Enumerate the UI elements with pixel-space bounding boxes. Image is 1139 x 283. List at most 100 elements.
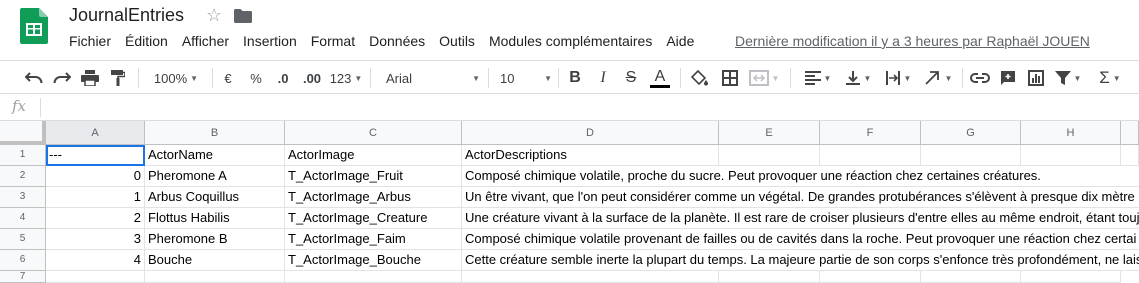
cell-c7[interactable]	[285, 271, 462, 283]
more-formats-select[interactable]: 123 ▼	[329, 65, 363, 91]
cell-d4[interactable]: Une créature vivant à la surface de la p…	[462, 208, 1139, 229]
chevron-down-icon: ▼	[354, 73, 363, 83]
row-header[interactable]: 4	[0, 208, 46, 229]
filter-icon[interactable]: ▼	[1052, 65, 1084, 91]
row-header[interactable]: 7	[0, 271, 46, 283]
row-header[interactable]: 1	[0, 145, 46, 166]
folder-icon[interactable]	[234, 9, 252, 23]
cell-a7[interactable]	[46, 271, 145, 283]
cell-e1[interactable]	[719, 145, 820, 166]
cell-d5[interactable]: Composé chimique volatile provenant de f…	[462, 229, 1139, 250]
column-header-b[interactable]: B	[145, 121, 285, 145]
cell-c5[interactable]: T_ActorImage_Faim	[285, 229, 462, 250]
cell-d7[interactable]	[462, 271, 719, 283]
cell-h1[interactable]	[1021, 145, 1121, 166]
cell-b1[interactable]: ActorName	[145, 145, 285, 166]
cell-b2[interactable]: Pheromone A	[145, 166, 285, 187]
row-header[interactable]: 5	[0, 229, 46, 250]
cell-c4[interactable]: T_ActorImage_Creature	[285, 208, 462, 229]
text-color-button[interactable]: A	[648, 65, 672, 91]
last-edit-link[interactable]: Dernière modification il y a 3 heures pa…	[735, 33, 1090, 49]
text-wrapping-icon[interactable]: ▼	[880, 65, 916, 91]
sheets-logo-icon[interactable]	[20, 8, 48, 44]
horizontal-align-icon[interactable]: ▼	[800, 65, 836, 91]
menu-modules[interactable]: Modules complémentaires	[482, 31, 659, 51]
select-all-corner[interactable]	[0, 121, 46, 145]
cell-c3[interactable]: T_ActorImage_Arbus	[285, 187, 462, 208]
cell-a3[interactable]: 1	[46, 187, 145, 208]
star-icon[interactable]: ☆	[206, 5, 222, 26]
functions-button[interactable]: Σ ▼	[1094, 65, 1126, 91]
menu-afficher[interactable]: Afficher	[175, 31, 236, 51]
column-header-e[interactable]: E	[719, 121, 820, 145]
cell-f1[interactable]	[820, 145, 921, 166]
font-size-select[interactable]: 10 ▼	[494, 65, 552, 91]
decrease-decimal-button[interactable]: .0	[272, 65, 294, 91]
text-rotation-icon[interactable]: ▼	[920, 65, 956, 91]
cell-b3[interactable]: Arbus Coquillus	[145, 187, 285, 208]
document-title[interactable]: JournalEntries	[69, 5, 184, 26]
cell-a2[interactable]: 0	[46, 166, 145, 187]
cell-g1[interactable]	[921, 145, 1021, 166]
italic-button[interactable]: I	[592, 65, 614, 91]
bold-button[interactable]: B	[564, 65, 586, 91]
column-header-c[interactable]: C	[285, 121, 462, 145]
menu-aide[interactable]: Aide	[659, 31, 701, 51]
cell-c6[interactable]: T_ActorImage_Bouche	[285, 250, 462, 271]
row-header[interactable]: 2	[0, 166, 46, 187]
cell-f7[interactable]	[820, 271, 921, 283]
insert-comment-icon[interactable]	[996, 65, 1020, 91]
cell-d3[interactable]: Un être vivant, que l'on peut considérer…	[462, 187, 1139, 208]
row-header[interactable]: 3	[0, 187, 46, 208]
cell-a5[interactable]: 3	[46, 229, 145, 250]
cell-b5[interactable]: Pheromone B	[145, 229, 285, 250]
cell-i1[interactable]	[1121, 145, 1139, 166]
percent-button[interactable]: %	[246, 65, 266, 91]
formula-input[interactable]	[48, 98, 1128, 117]
menu-donnees[interactable]: Données	[362, 31, 432, 51]
paint-format-icon[interactable]	[106, 65, 130, 91]
column-header-a[interactable]: A	[46, 121, 145, 145]
column-header-i[interactable]	[1121, 121, 1139, 145]
cell-g7[interactable]	[921, 271, 1021, 283]
increase-decimal-button[interactable]: .00	[299, 65, 325, 91]
redo-icon[interactable]	[50, 65, 74, 91]
cell-c1[interactable]: ActorImage	[285, 145, 462, 166]
strikethrough-button[interactable]: S	[620, 65, 642, 91]
cell-b7[interactable]	[145, 271, 285, 283]
cell-c2[interactable]: T_ActorImage_Fruit	[285, 166, 462, 187]
merge-cells-icon[interactable]: ▼	[748, 65, 780, 91]
cell-d6[interactable]: Cette créature semble inerte la plupart …	[462, 250, 1139, 271]
menu-outils[interactable]: Outils	[432, 31, 482, 51]
menu-format[interactable]: Format	[304, 31, 362, 51]
print-icon[interactable]	[78, 65, 102, 91]
cell-b6[interactable]: Bouche	[145, 250, 285, 271]
undo-icon[interactable]	[22, 65, 46, 91]
row-header[interactable]: 6	[0, 250, 46, 271]
column-header-g[interactable]: G	[921, 121, 1021, 145]
currency-button[interactable]: €	[218, 65, 238, 91]
insert-chart-icon[interactable]	[1024, 65, 1048, 91]
menu-fichier[interactable]: Fichier	[62, 31, 118, 51]
insert-link-icon[interactable]	[968, 65, 992, 91]
column-header-d[interactable]: D	[462, 121, 719, 145]
menu-insertion[interactable]: Insertion	[236, 31, 304, 51]
toolbar: 100% ▼ € % .0 .00 123 ▼ Arial ▼ 10 ▼ B I S A…	[0, 60, 1139, 94]
cell-h7[interactable]	[1021, 271, 1121, 283]
fill-color-icon[interactable]	[688, 65, 712, 91]
cell-b4[interactable]: Flottus Habilis	[145, 208, 285, 229]
column-header-h[interactable]: H	[1021, 121, 1121, 145]
font-family-select[interactable]: Arial ▼	[380, 65, 480, 91]
cell-a4[interactable]: 2	[46, 208, 145, 229]
borders-icon[interactable]	[718, 65, 742, 91]
vertical-align-icon[interactable]: ▼	[840, 65, 876, 91]
menu-edition[interactable]: Édition	[118, 31, 175, 51]
zoom-select[interactable]: 100% ▼	[148, 65, 204, 91]
cell-d2[interactable]: Composé chimique volatile, proche du suc…	[462, 166, 1139, 187]
cell-e7[interactable]	[719, 271, 820, 283]
chevron-down-icon: ▼	[190, 73, 199, 83]
cell-a1[interactable]: ---	[46, 145, 145, 166]
cell-d1[interactable]: ActorDescriptions	[462, 145, 719, 166]
column-header-f[interactable]: F	[820, 121, 921, 145]
cell-a6[interactable]: 4	[46, 250, 145, 271]
